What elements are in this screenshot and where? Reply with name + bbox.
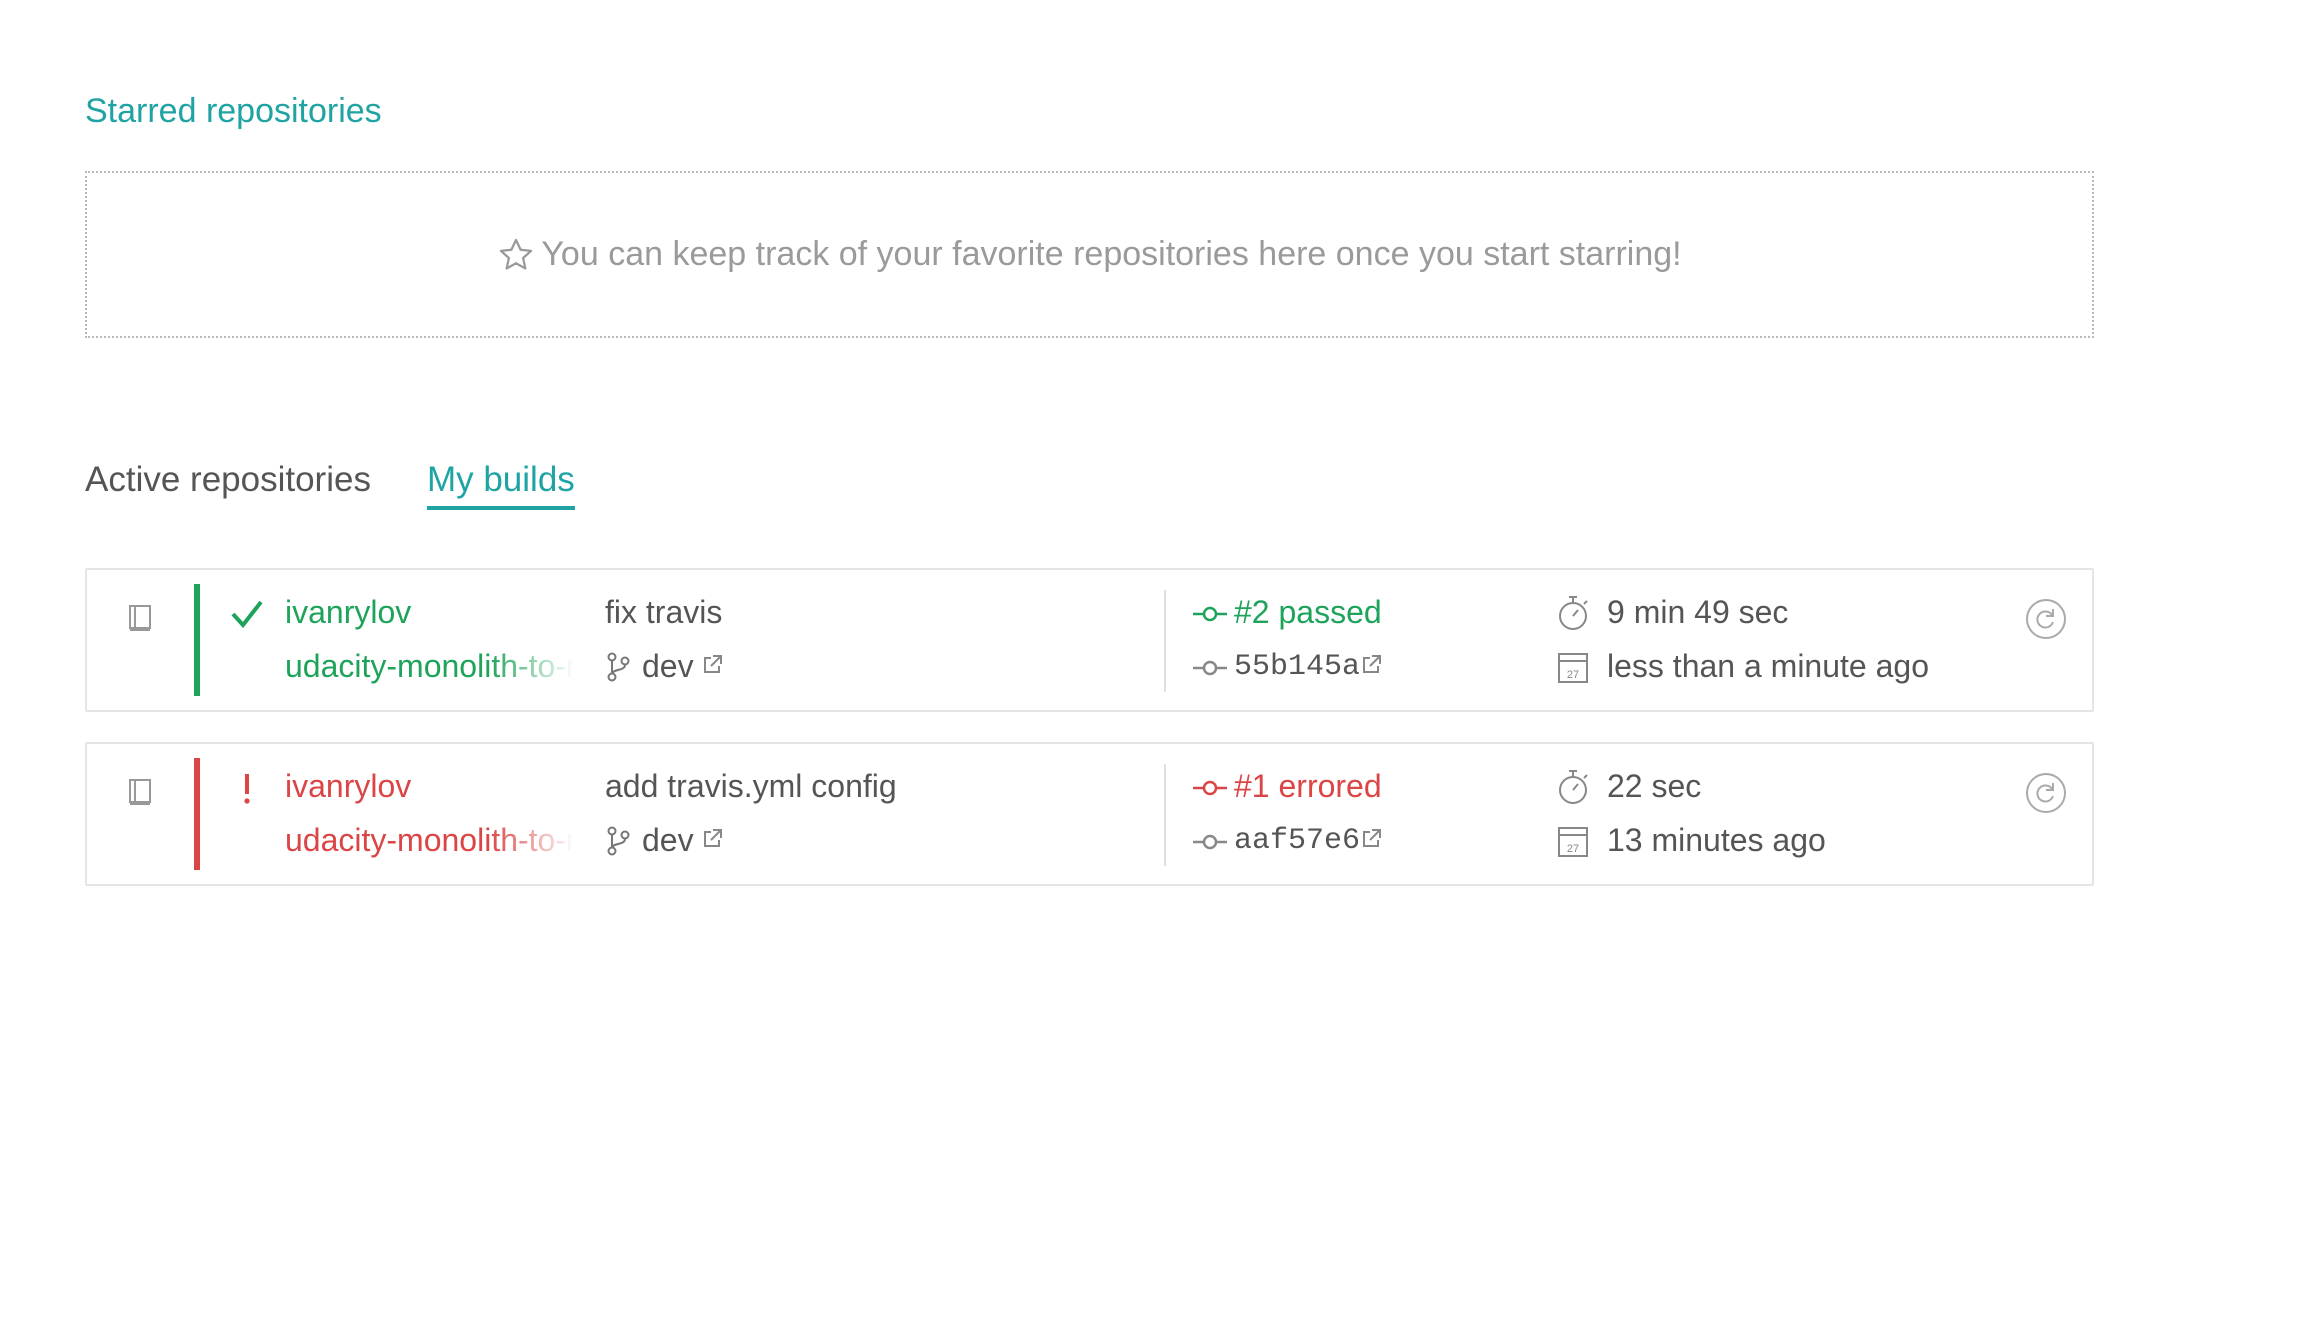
commit-message: add travis.yml config bbox=[605, 768, 897, 804]
repo-icon bbox=[129, 779, 151, 805]
external-link-icon[interactable] bbox=[1360, 654, 1382, 676]
divider bbox=[1164, 590, 1166, 692]
exclamation-icon bbox=[244, 774, 250, 804]
build-number-link[interactable]: #2 passed bbox=[1234, 594, 1382, 631]
commit-sha-link[interactable]: aaf57e6 bbox=[1234, 824, 1360, 858]
starred-repositories-title[interactable]: Starred repositories bbox=[85, 92, 382, 131]
status-bar bbox=[194, 584, 200, 696]
commit-icon bbox=[1193, 660, 1227, 676]
starred-empty-message: You can keep track of your favorite repo… bbox=[541, 235, 1682, 273]
repo-icon bbox=[129, 605, 151, 631]
finished-time: 13 minutes ago bbox=[1607, 822, 1826, 858]
stopwatch-icon bbox=[1559, 770, 1588, 804]
stopwatch-icon bbox=[1559, 596, 1588, 630]
branch-icon bbox=[607, 826, 630, 856]
repository-tabs: Active repositories My builds bbox=[85, 460, 631, 510]
star-icon bbox=[500, 238, 533, 270]
repo-name-link[interactable]: udacity-monolith-to-microservices bbox=[285, 648, 575, 685]
repo-name-link[interactable]: udacity-monolith-to-microservices bbox=[285, 822, 575, 859]
branch-link[interactable]: dev bbox=[642, 648, 694, 685]
external-link-icon[interactable] bbox=[1360, 828, 1382, 850]
status-bar bbox=[194, 758, 200, 870]
repo-owner-link[interactable]: ivanrylov bbox=[285, 594, 411, 631]
calendar-icon: 27 bbox=[1558, 653, 1588, 683]
starred-empty-box: You can keep track of your favorite repo… bbox=[85, 171, 2094, 338]
tab-my-builds[interactable]: My builds bbox=[426, 460, 575, 510]
external-link-icon[interactable] bbox=[701, 654, 723, 676]
tab-active-repositories[interactable]: Active repositories bbox=[85, 460, 371, 510]
repo-owner-link[interactable]: ivanrylov bbox=[285, 768, 411, 805]
build-row[interactable]: ivanrylov udacity-monolith-to-microservi… bbox=[85, 568, 2094, 712]
branch-icon bbox=[607, 652, 630, 682]
build-duration: 22 sec bbox=[1607, 768, 1702, 804]
calendar-icon: 27 bbox=[1558, 827, 1588, 857]
svg-text:27: 27 bbox=[1567, 843, 1579, 855]
commit-sha-link[interactable]: 55b145a bbox=[1234, 650, 1360, 684]
svg-text:27: 27 bbox=[1567, 669, 1579, 681]
build-number-link[interactable]: #1 errored bbox=[1234, 768, 1382, 805]
build-duration: 9 min 49 sec bbox=[1607, 594, 1789, 630]
commit-node-icon bbox=[1193, 780, 1227, 796]
commit-icon bbox=[1193, 834, 1227, 850]
commit-node-icon bbox=[1193, 606, 1227, 622]
restart-icon[interactable] bbox=[2025, 598, 2067, 640]
finished-time: less than a minute ago bbox=[1607, 648, 1929, 684]
build-row[interactable]: ivanrylov udacity-monolith-to-microservi… bbox=[85, 742, 2094, 886]
check-icon bbox=[231, 600, 263, 629]
branch-link[interactable]: dev bbox=[642, 822, 694, 859]
restart-icon[interactable] bbox=[2025, 772, 2067, 814]
divider bbox=[1164, 764, 1166, 866]
commit-message: fix travis bbox=[605, 594, 723, 630]
external-link-icon[interactable] bbox=[701, 828, 723, 850]
